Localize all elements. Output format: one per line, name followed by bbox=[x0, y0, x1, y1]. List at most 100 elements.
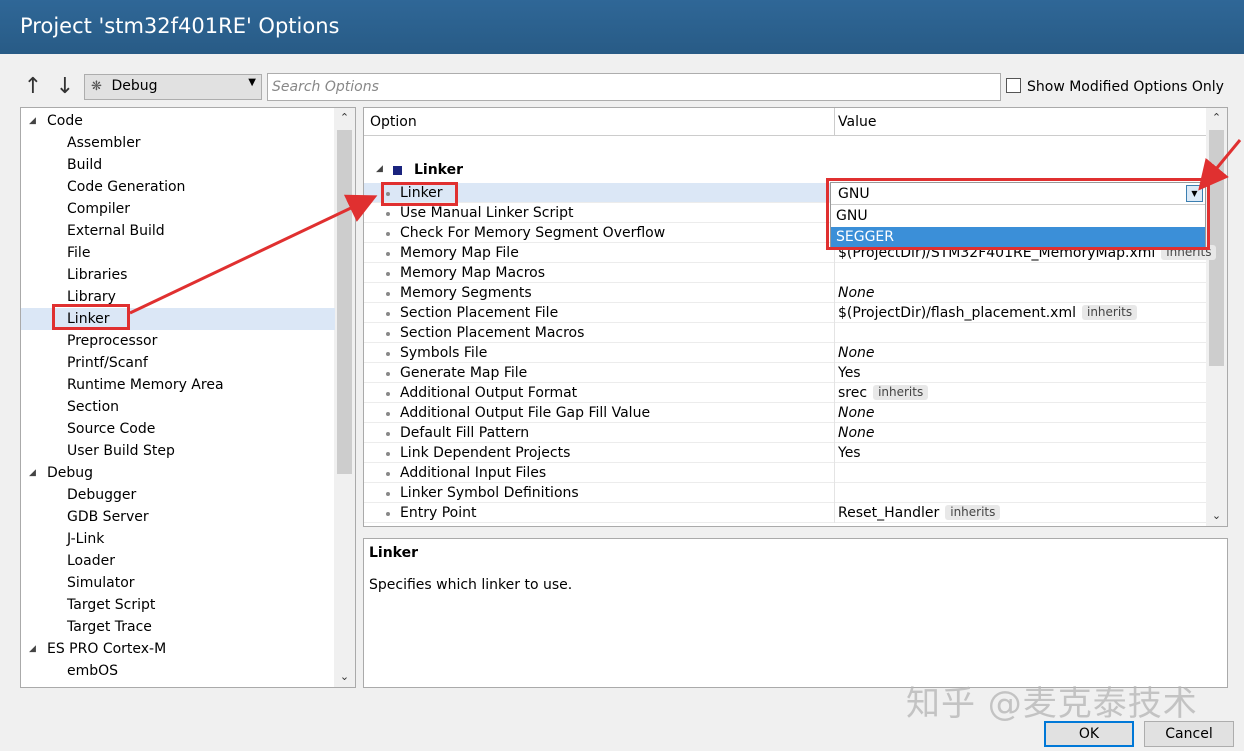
window-title: Project 'stm32f401RE' Options bbox=[0, 0, 1244, 54]
tree-item-label: Source Code bbox=[67, 421, 156, 437]
bullet-icon bbox=[386, 472, 390, 476]
option-row[interactable]: Symbols File None bbox=[364, 343, 1206, 363]
tree-item-label: Libraries bbox=[67, 267, 128, 283]
option-value[interactable]: None bbox=[838, 283, 875, 303]
bullet-icon bbox=[386, 212, 390, 216]
grid-header: Option Value bbox=[364, 108, 1206, 136]
tree-item-label: Section bbox=[67, 399, 120, 415]
option-value[interactable]: Reset_Handler inherits bbox=[838, 503, 1001, 523]
bullet-icon bbox=[386, 192, 390, 196]
dropdown-current[interactable]: GNU bbox=[831, 183, 1205, 205]
inherits-badge: inherits bbox=[873, 385, 929, 400]
cell-separator bbox=[834, 363, 835, 383]
bullet-icon bbox=[386, 252, 390, 256]
option-name: Additional Output Format bbox=[400, 385, 578, 401]
arrow-down-icon[interactable]: ↓ bbox=[54, 74, 76, 100]
show-modified-checkbox[interactable]: Show Modified Options Only bbox=[1006, 78, 1224, 95]
cell-separator bbox=[834, 283, 835, 303]
grid-scrollbar[interactable]: ⌃ ⌄ bbox=[1206, 108, 1227, 526]
cell-separator bbox=[834, 403, 835, 423]
option-name: Section Placement File bbox=[400, 305, 559, 321]
bullet-icon bbox=[386, 292, 390, 296]
bullet-icon bbox=[386, 432, 390, 436]
search-input[interactable] bbox=[267, 73, 1001, 101]
option-row[interactable]: Memory Segments None bbox=[364, 283, 1206, 303]
chevron-down-icon[interactable]: ▼ bbox=[1186, 185, 1203, 202]
column-separator[interactable] bbox=[834, 108, 835, 136]
option-row[interactable]: Link Dependent Projects Yes bbox=[364, 443, 1206, 463]
tree-item-label: Target Script bbox=[67, 597, 156, 613]
collapse-icon[interactable]: ◢ bbox=[376, 164, 383, 174]
option-value[interactable]: None bbox=[838, 343, 875, 363]
tree-item[interactable]: Linker bbox=[21, 308, 335, 330]
cell-separator bbox=[834, 483, 835, 503]
arrow-up-icon[interactable]: ↑ bbox=[22, 74, 44, 100]
scroll-up-icon[interactable]: ⌃ bbox=[334, 108, 355, 128]
configuration-select[interactable]: ❋ Debug ▼ bbox=[84, 74, 262, 100]
tree-group-label: ES PRO Cortex-M bbox=[47, 641, 167, 657]
scroll-up-icon[interactable]: ⌃ bbox=[1206, 108, 1227, 128]
chevron-down-icon: ▼ bbox=[248, 77, 256, 88]
option-value[interactable]: Yes bbox=[838, 443, 861, 463]
option-row[interactable]: Section Placement File $(ProjectDir)/flas… bbox=[364, 303, 1206, 323]
option-row[interactable]: Generate Map File Yes bbox=[364, 363, 1206, 383]
option-row[interactable]: Default Fill Pattern None bbox=[364, 423, 1206, 443]
description-title: Linker bbox=[369, 545, 419, 561]
expand-icon[interactable]: ◢ bbox=[29, 110, 36, 132]
dropdown-option-gnu[interactable]: GNU bbox=[831, 206, 1205, 227]
column-option[interactable]: Option bbox=[370, 114, 417, 130]
tree-scrollbar[interactable]: ⌃ ⌄ bbox=[334, 108, 355, 687]
expand-icon[interactable]: ◢ bbox=[29, 638, 36, 660]
inherits-badge: inherits bbox=[1081, 305, 1138, 320]
option-name: Memory Segments bbox=[400, 285, 532, 301]
tree-item-label: Code Generation bbox=[67, 179, 186, 195]
option-name: Use Manual Linker Script bbox=[400, 205, 574, 221]
dropdown-option-segger[interactable]: SEGGER bbox=[831, 227, 1205, 248]
cell-separator bbox=[834, 503, 835, 523]
category-row[interactable]: ◢ Linker bbox=[364, 160, 1206, 182]
option-name: Linker Symbol Definitions bbox=[400, 485, 579, 501]
tree-group-label: Code bbox=[47, 113, 83, 129]
scroll-down-icon[interactable]: ⌄ bbox=[334, 667, 355, 687]
option-value[interactable]: None bbox=[838, 423, 875, 443]
option-row[interactable]: Entry Point Reset_Handler inherits bbox=[364, 503, 1206, 523]
bullet-icon bbox=[386, 452, 390, 456]
option-value[interactable]: Yes bbox=[838, 363, 861, 383]
linker-dropdown[interactable]: GNU ▼ GNU SEGGER bbox=[830, 182, 1206, 248]
option-row[interactable]: Additional Input Files bbox=[364, 463, 1206, 483]
option-row[interactable]: Additional Output Format srec inherits bbox=[364, 383, 1206, 403]
tree-item-label: File bbox=[67, 245, 91, 261]
option-name: Linker bbox=[400, 185, 443, 201]
tree-item-label: Debugger bbox=[67, 487, 137, 503]
cell-separator bbox=[834, 423, 835, 443]
column-value[interactable]: Value bbox=[838, 114, 876, 130]
tree-item-label: Assembler bbox=[67, 135, 141, 151]
option-name: Additional Input Files bbox=[400, 465, 547, 481]
option-value[interactable]: None bbox=[838, 403, 875, 423]
option-value[interactable]: srec inherits bbox=[838, 383, 929, 403]
description-text: Specifies which linker to use. bbox=[369, 577, 573, 593]
options-tree[interactable]: ⌃ ⌄ ◢ Code Assembler Build Code Generation Co… bbox=[20, 107, 356, 688]
option-name: Section Placement Macros bbox=[400, 325, 585, 341]
configuration-value: Debug bbox=[111, 78, 158, 94]
option-value[interactable]: $(ProjectDir)/flash_placement.xml inherit… bbox=[838, 303, 1138, 323]
checkbox-box[interactable] bbox=[1006, 78, 1021, 93]
option-name: Check For Memory Segment Overflow bbox=[400, 225, 666, 241]
option-row[interactable]: Additional Output File Gap Fill Value Non… bbox=[364, 403, 1206, 423]
option-name: Generate Map File bbox=[400, 365, 528, 381]
inherits-badge: inherits bbox=[945, 505, 1001, 520]
option-row[interactable]: Memory Map Macros bbox=[364, 263, 1206, 283]
option-row[interactable]: Linker Symbol Definitions bbox=[364, 483, 1206, 503]
bullet-icon bbox=[386, 372, 390, 376]
bullet-icon bbox=[386, 332, 390, 336]
expand-icon[interactable]: ◢ bbox=[29, 462, 36, 484]
option-value-text: srec bbox=[838, 385, 868, 401]
watermark: 知乎 @麦克泰技术 bbox=[906, 684, 1198, 724]
scroll-down-icon[interactable]: ⌄ bbox=[1206, 506, 1227, 526]
gear-icon: ❋ bbox=[91, 79, 102, 94]
tree-item-label: embOS bbox=[67, 663, 119, 679]
tree-item-label: Build bbox=[67, 157, 103, 173]
bullet-icon bbox=[386, 272, 390, 276]
option-row[interactable]: Section Placement Macros bbox=[364, 323, 1206, 343]
scroll-thumb[interactable] bbox=[337, 130, 352, 474]
